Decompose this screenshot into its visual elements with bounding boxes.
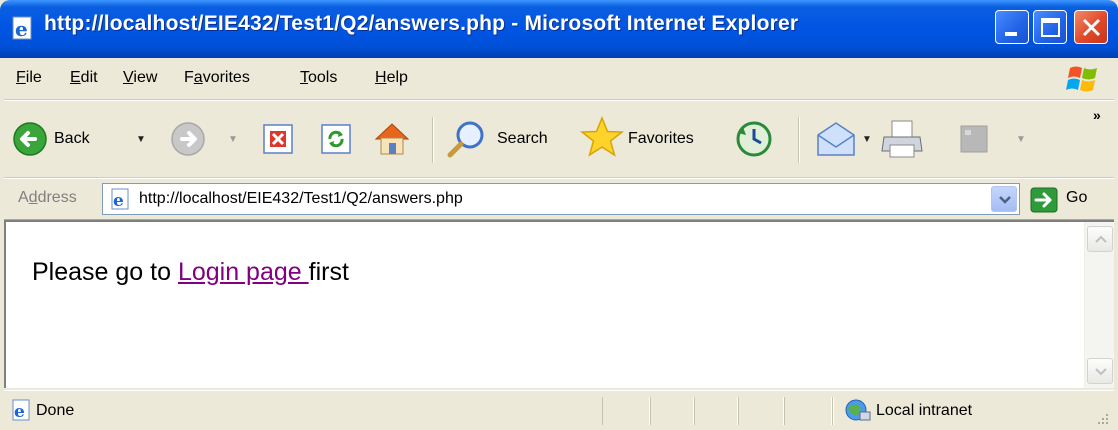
maximize-icon [1041, 18, 1060, 37]
minimize-icon [1005, 32, 1017, 36]
menu-view[interactable]: View [123, 69, 157, 87]
go-arrow-icon [1030, 187, 1058, 213]
search-label: Search [497, 130, 548, 147]
scroll-up-button[interactable] [1087, 226, 1113, 252]
forward-icon [171, 122, 205, 156]
menu-tools[interactable]: Tools [300, 69, 337, 87]
security-zone-label: Local intranet [876, 402, 973, 419]
local-intranet-icon [845, 399, 871, 421]
status-pane [784, 397, 832, 425]
svg-text:e: e [15, 17, 28, 41]
go-label: Go [1066, 189, 1088, 206]
standard-toolbar: Back ▼ ▼ Search Favorites ▼ ▼ » [4, 100, 1114, 178]
window-title: http://localhost/EIE432/Test1/Q2/answers… [44, 12, 799, 35]
toolbar-separator [432, 117, 434, 163]
address-label: Address [18, 189, 77, 206]
search-icon [447, 121, 484, 158]
close-icon [1082, 18, 1101, 37]
menu-favorites[interactable]: Favorites [184, 69, 250, 87]
print-icon[interactable] [880, 117, 926, 161]
status-pane [694, 397, 738, 425]
maximize-button[interactable] [1033, 10, 1067, 44]
address-dropdown-button[interactable] [991, 186, 1017, 212]
page-content: Please go to Login page first [4, 220, 1114, 388]
svg-text:e: e [113, 191, 124, 210]
mail-dropdown-arrow[interactable]: ▼ [862, 134, 872, 145]
vertical-scrollbar[interactable] [1084, 222, 1114, 388]
scroll-down-button[interactable] [1087, 358, 1113, 384]
message-text-after: first [308, 258, 349, 286]
status-pane [832, 397, 834, 425]
status-text: Done [36, 402, 75, 419]
status-bar: e Done Local intranet [4, 390, 1114, 430]
ie-page-icon: e [12, 399, 30, 421]
chevron-down-icon [1095, 368, 1107, 376]
back-dropdown-arrow[interactable]: ▼ [136, 134, 146, 145]
svg-text:e: e [14, 402, 25, 421]
favorites-label: Favorites [628, 130, 694, 147]
address-input[interactable]: e http://localhost/EIE432/Test1/Q2/answe… [102, 183, 1020, 215]
menu-help[interactable]: Help [375, 69, 408, 87]
refresh-icon[interactable] [320, 123, 352, 155]
home-icon[interactable] [372, 119, 412, 157]
history-icon[interactable] [734, 119, 774, 159]
ie-page-icon: e [12, 16, 32, 41]
edit-icon[interactable] [958, 123, 990, 155]
toolbar-separator [798, 117, 800, 163]
forward-dropdown-arrow[interactable]: ▼ [228, 134, 238, 145]
login-page-link[interactable]: Login page [178, 258, 309, 286]
ie-page-icon: e [111, 188, 129, 210]
favorites-star-icon [580, 116, 624, 157]
address-bar: Address e http://localhost/EIE432/Test1/… [4, 178, 1114, 220]
edit-dropdown-arrow[interactable]: ▼ [1016, 134, 1026, 145]
menu-edit[interactable]: Edit [70, 69, 98, 87]
status-pane [650, 397, 694, 425]
chevron-up-icon [1095, 235, 1107, 243]
toolbar-overflow-chevron[interactable]: » [1093, 107, 1101, 123]
address-url: http://localhost/EIE432/Test1/Q2/answers… [139, 190, 463, 207]
status-pane [602, 397, 650, 425]
chevron-down-icon [999, 196, 1011, 204]
back-icon [13, 122, 47, 156]
message-text-before: Please go to [32, 258, 178, 286]
page-message: Please go to Login page first [32, 258, 349, 287]
close-button[interactable] [1074, 10, 1108, 44]
minimize-button[interactable] [995, 10, 1029, 44]
back-label: Back [54, 130, 90, 147]
title-bar[interactable]: e http://localhost/EIE432/Test1/Q2/answe… [0, 0, 1118, 58]
menu-bar: File Edit View Favorites Tools Help [4, 58, 1114, 100]
stop-icon[interactable] [262, 123, 294, 155]
menu-file[interactable]: File [16, 69, 42, 87]
resize-grip-icon[interactable] [1096, 412, 1110, 426]
status-pane [738, 397, 784, 425]
mail-icon [817, 122, 855, 156]
windows-flag-icon [1066, 66, 1097, 92]
